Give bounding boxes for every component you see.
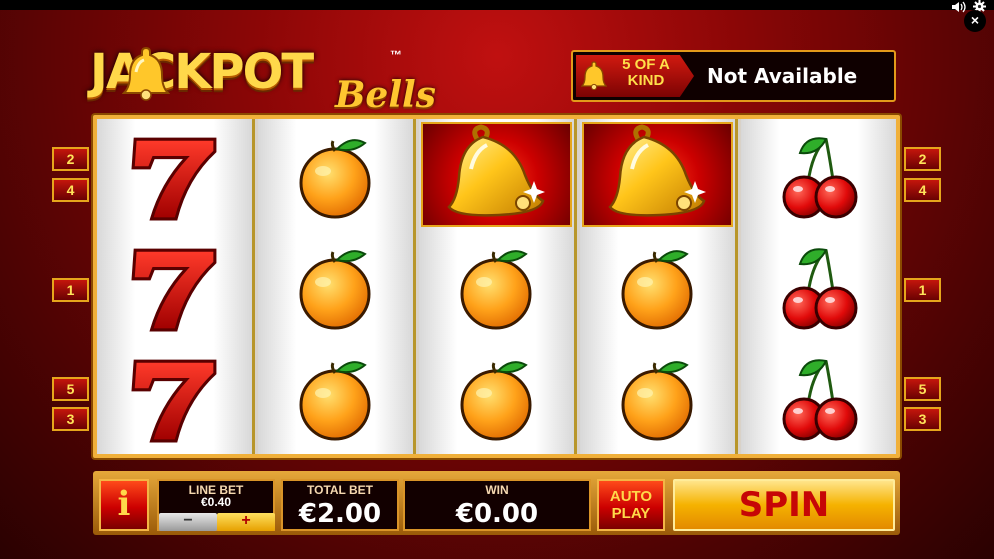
increase-bet-button[interactable]: + <box>217 513 275 531</box>
total-bet-value: €2.00 <box>298 499 382 529</box>
autoplay-label-line1: AUTO <box>609 488 653 505</box>
reel-2 <box>258 119 416 454</box>
reel-1 <box>97 119 255 454</box>
small-bell-icon <box>580 60 608 95</box>
reel-cell <box>258 341 413 452</box>
win-panel: WIN €0.00 <box>403 479 591 531</box>
line-bet-value: €0.40 <box>200 495 232 509</box>
reel-cell <box>258 119 413 230</box>
reel-4 <box>580 119 738 454</box>
payline-right-1: 1 <box>904 278 941 302</box>
total-bet-panel: TOTAL BET €2.00 <box>281 479 399 531</box>
win-label: WIN <box>485 483 509 497</box>
window-top-bar <box>0 0 994 10</box>
orange-icon <box>607 353 707 443</box>
total-bet-label: TOTAL BET <box>307 483 373 497</box>
orange-icon <box>607 242 707 332</box>
reel-cell <box>258 230 413 341</box>
payline-right-3: 3 <box>904 407 941 431</box>
cherry-icon <box>768 244 868 334</box>
reel-cell <box>741 341 896 452</box>
payline-right-2: 2 <box>904 147 941 171</box>
reel-3 <box>419 119 577 454</box>
payline-left-1: 1 <box>52 278 89 302</box>
decrease-bet-button[interactable]: − <box>159 513 217 531</box>
bell-icon <box>608 123 708 227</box>
orange-icon <box>446 242 546 332</box>
spin-button[interactable]: SPIN <box>673 479 895 531</box>
reel-cell <box>97 119 252 230</box>
seven-icon <box>122 353 226 445</box>
info-button[interactable]: i <box>99 479 149 531</box>
control-bar: i LINE BET €0.40 − + TOTAL BET €2.00 WIN… <box>93 471 900 535</box>
autoplay-button[interactable]: AUTO PLAY <box>597 479 665 531</box>
reel-cell <box>580 341 735 452</box>
reel-cell <box>580 230 735 341</box>
line-bet-panel: LINE BET €0.40 − + <box>157 479 275 531</box>
five-of-a-kind-label: 5 OF A KIND <box>622 56 670 89</box>
reel-cell-highlighted <box>419 119 574 230</box>
reel-5 <box>741 119 896 454</box>
cherry-icon <box>768 133 868 223</box>
win-value: €0.00 <box>455 499 539 529</box>
five-of-a-kind-status: Not Available <box>707 64 858 88</box>
payline-left-4: 4 <box>52 178 89 202</box>
reel-cell <box>419 341 574 452</box>
orange-icon <box>446 353 546 443</box>
orange-icon <box>285 353 385 443</box>
reel-cell <box>741 230 896 341</box>
orange-icon <box>285 242 385 332</box>
reel-cell <box>97 341 252 452</box>
bell-icon <box>447 123 547 227</box>
trademark-mark: ™ <box>390 48 402 62</box>
close-button[interactable]: × <box>964 10 986 32</box>
logo-subtitle: Bells <box>335 74 436 116</box>
seven-icon <box>122 131 226 223</box>
reel-cell <box>97 230 252 341</box>
reel-cell <box>741 119 896 230</box>
payline-left-5: 5 <box>52 377 89 401</box>
logo-bell-icon <box>121 44 171 107</box>
speaker-icon[interactable] <box>951 1 967 16</box>
payline-left-2: 2 <box>52 147 89 171</box>
autoplay-label-line2: PLAY <box>611 505 651 522</box>
five-of-a-kind-panel: 5 OF A KIND Not Available <box>571 50 896 102</box>
payline-right-4: 4 <box>904 178 941 202</box>
payline-left-3: 3 <box>52 407 89 431</box>
reel-cell <box>419 230 574 341</box>
reel-grid <box>93 115 900 458</box>
orange-icon <box>285 131 385 221</box>
seven-icon <box>122 242 226 334</box>
cherry-icon <box>768 355 868 445</box>
reel-cell-highlighted <box>580 119 735 230</box>
game-logo: JACKPOT ™ Bells <box>90 44 460 116</box>
payline-right-5: 5 <box>904 377 941 401</box>
